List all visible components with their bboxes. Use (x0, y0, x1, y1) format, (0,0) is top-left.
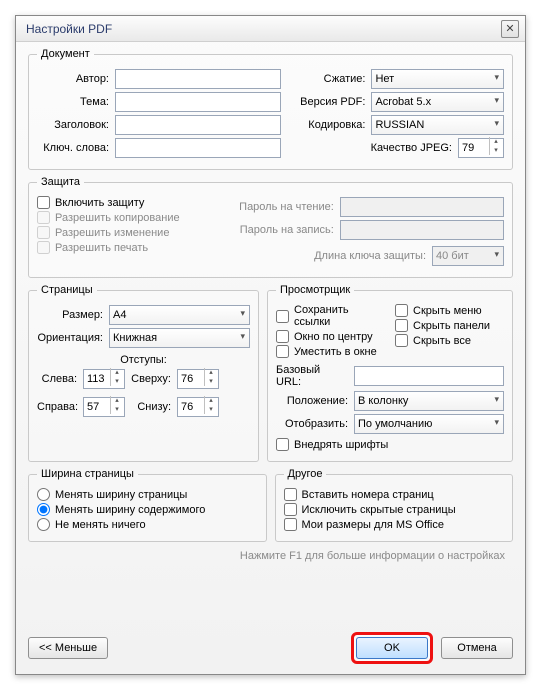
group-document-legend: Документ (37, 48, 94, 60)
skip-hidden-checkbox[interactable]: Исключить скрытые страницы (284, 503, 505, 516)
less-button[interactable]: << Меньше (28, 637, 108, 659)
hide-menu-checkbox[interactable]: Скрыть меню (395, 304, 504, 317)
ok-emphasis: OK (351, 632, 433, 664)
page-numbers-checkbox[interactable]: Вставить номера страниц (284, 488, 505, 501)
read-pw-input (340, 197, 504, 217)
baseurl-input[interactable] (354, 366, 504, 386)
ms-sizes-checkbox[interactable]: Мои размеры для MS Office (284, 518, 505, 531)
cancel-button[interactable]: Отмена (441, 637, 513, 659)
embed-fonts-checkbox[interactable]: Внедрять шрифты (276, 438, 504, 451)
group-pages-legend: Страницы (37, 284, 97, 296)
group-pagewidth-legend: Ширина страницы (37, 468, 138, 480)
group-pagewidth: Ширина страницы Менять ширину страницы М… (28, 468, 267, 542)
allow-copy-checkbox: Разрешить копирование (37, 211, 220, 224)
keylen-label: Длина ключа защиты: (230, 250, 432, 262)
center-window-checkbox[interactable]: Окно по центру (276, 330, 385, 343)
fit-window-checkbox[interactable]: Уместить в окне (276, 345, 385, 358)
change-none-radio[interactable]: Не менять ничего (37, 518, 258, 531)
group-security-legend: Защита (37, 176, 84, 188)
orient-label: Ориентация: (37, 332, 109, 344)
display-label: Отобразить: (276, 418, 354, 430)
bottom-label: Снизу: (125, 401, 177, 413)
titlebar: Настройки PDF ✕ (16, 16, 525, 42)
close-button[interactable]: ✕ (501, 20, 519, 38)
group-other-legend: Другое (284, 468, 327, 480)
size-select[interactable] (109, 305, 250, 325)
keywords-label: Ключ. слова: (37, 142, 115, 154)
read-pw-label: Пароль на чтение: (230, 201, 340, 213)
write-pw-input (340, 220, 504, 240)
group-viewer-legend: Просмотрщик (276, 284, 354, 296)
write-pw-label: Пароль на запись: (230, 224, 340, 236)
group-pages: Страницы Размер: Ориентация: Отступы: Сл… (28, 284, 259, 462)
bottom-input[interactable] (177, 397, 219, 417)
right-input[interactable] (83, 397, 125, 417)
size-label: Размер: (37, 309, 109, 321)
top-label: Сверху: (125, 373, 177, 385)
hide-all-checkbox[interactable]: Скрыть все (395, 334, 504, 347)
layout-label: Положение: (276, 395, 354, 407)
jpeg-input[interactable] (458, 138, 504, 158)
change-content-radio[interactable]: Менять ширину содержимого (37, 503, 258, 516)
enable-security-checkbox[interactable]: Включить защиту (37, 196, 220, 209)
title-label: Заголовок: (37, 119, 115, 131)
display-select[interactable] (354, 414, 504, 434)
pdfver-select[interactable] (371, 92, 504, 112)
left-label: Слева: (37, 373, 83, 385)
dialog-window: Настройки PDF ✕ Документ Автор: Тема: (15, 15, 526, 675)
subject-input[interactable] (115, 92, 281, 112)
ok-button[interactable]: OK (356, 637, 428, 659)
pdfver-label: Версия PDF: (291, 96, 371, 108)
orient-select[interactable] (109, 328, 250, 348)
change-page-radio[interactable]: Менять ширину страницы (37, 488, 258, 501)
window-title: Настройки PDF (26, 22, 501, 36)
left-input[interactable] (83, 369, 125, 389)
top-input[interactable] (177, 369, 219, 389)
layout-select[interactable] (354, 391, 504, 411)
group-security: Защита Включить защиту Разрешить копиров… (28, 176, 513, 278)
group-viewer: Просмотрщик Сохранить ссылки Окно по цен… (267, 284, 513, 462)
author-label: Автор: (37, 73, 115, 85)
hint-text: Нажмите F1 для больше информации о настр… (28, 550, 505, 562)
author-input[interactable] (115, 69, 281, 89)
close-icon: ✕ (505, 22, 514, 35)
encoding-label: Кодировка: (291, 119, 371, 131)
keep-links-checkbox[interactable]: Сохранить ссылки (276, 304, 385, 328)
baseurl-label: Базовый URL: (276, 364, 354, 388)
subject-label: Тема: (37, 96, 115, 108)
allow-edit-checkbox: Разрешить изменение (37, 226, 220, 239)
jpeg-label: Качество JPEG: (291, 142, 458, 154)
button-bar: << Меньше OK Отмена (16, 632, 525, 674)
allow-print-checkbox: Разрешить печать (37, 241, 220, 254)
margins-label: Отступы: (120, 354, 167, 366)
title-input[interactable] (115, 115, 281, 135)
group-other: Другое Вставить номера страниц Исключить… (275, 468, 514, 542)
content-area: Документ Автор: Тема: Заголовок: (16, 42, 525, 632)
keywords-input[interactable] (115, 138, 281, 158)
compression-select[interactable] (371, 69, 504, 89)
compression-label: Сжатие: (291, 73, 371, 85)
keylen-select (432, 246, 504, 266)
right-label: Справа: (37, 401, 83, 413)
group-document: Документ Автор: Тема: Заголовок: (28, 48, 513, 170)
hide-panels-checkbox[interactable]: Скрыть панели (395, 319, 504, 332)
encoding-select[interactable] (371, 115, 504, 135)
